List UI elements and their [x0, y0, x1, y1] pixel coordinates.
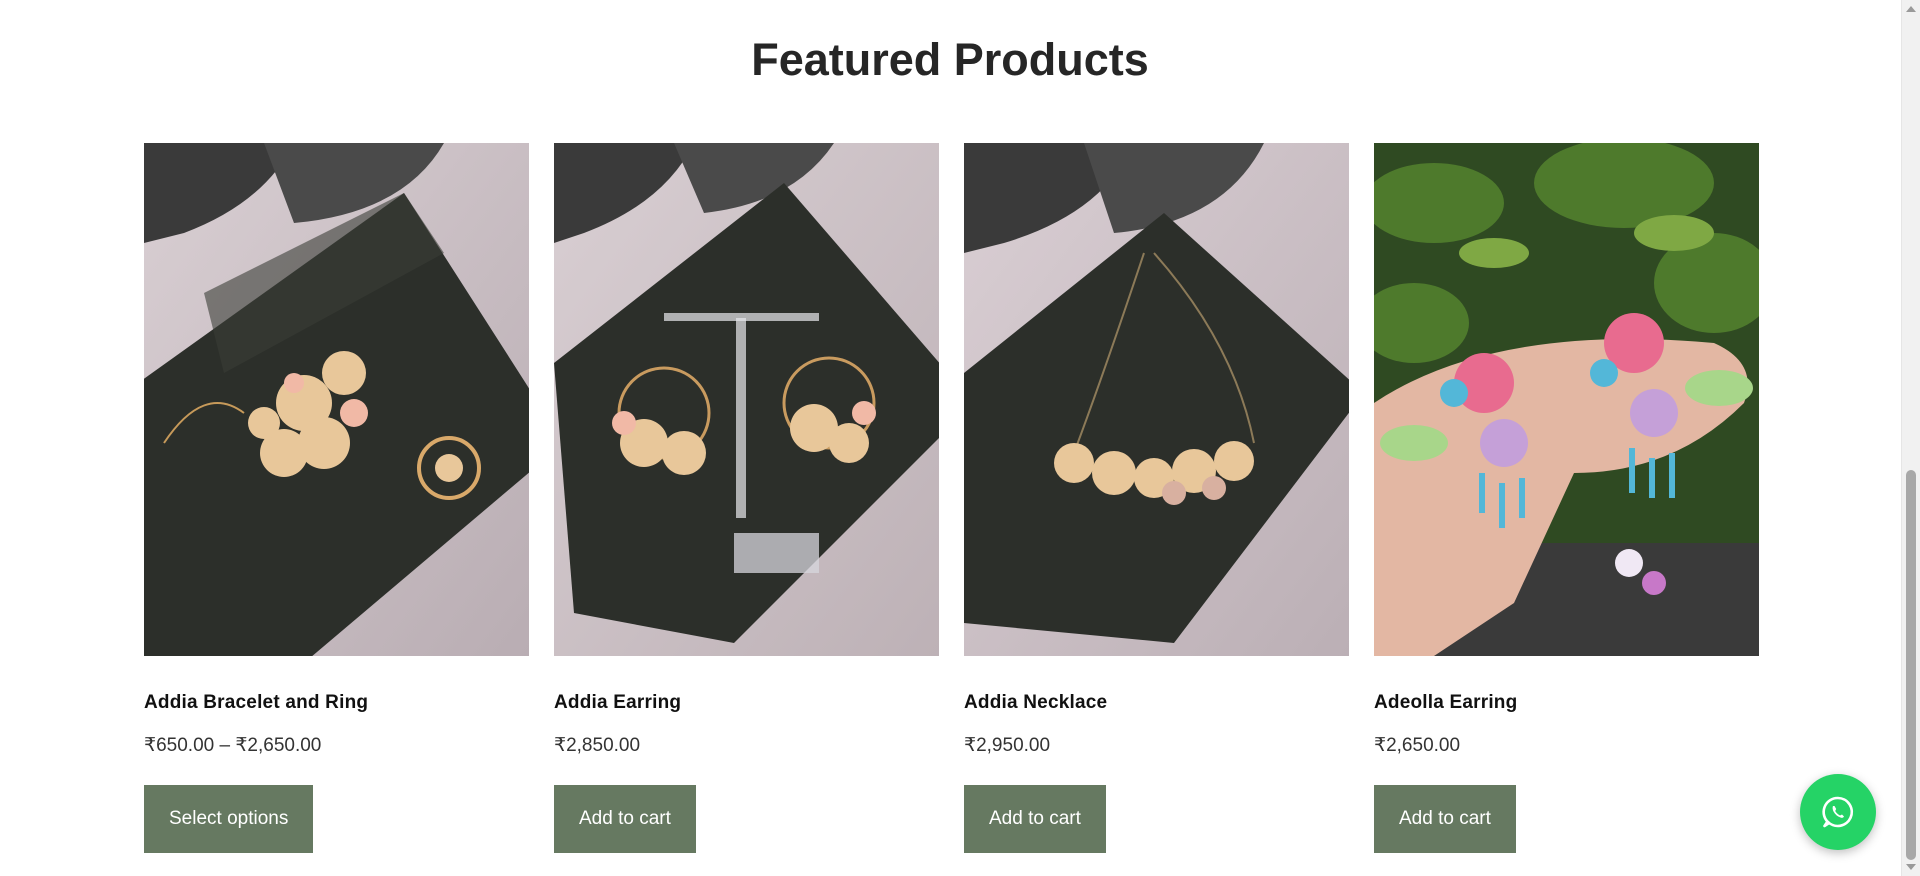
whatsapp-icon — [1822, 796, 1854, 828]
scroll-up-arrow[interactable] — [1906, 6, 1916, 12]
whatsapp-chat-button[interactable] — [1800, 774, 1876, 850]
product-card: Adeolla Earring ₹2,650.00 Add to cart — [1374, 143, 1759, 853]
add-to-cart-button[interactable]: Add to cart — [1374, 785, 1516, 853]
product-image[interactable] — [1374, 143, 1759, 656]
add-to-cart-button[interactable]: Add to cart — [964, 785, 1106, 853]
product-price: ₹2,850.00 — [554, 735, 641, 756]
scrollbar-thumb[interactable] — [1906, 470, 1916, 860]
select-options-button[interactable]: Select options — [144, 785, 314, 853]
product-price: ₹2,950.00 — [964, 735, 1051, 756]
page-scrollbar[interactable] — [1901, 0, 1920, 876]
product-image[interactable] — [554, 143, 939, 656]
scroll-down-arrow[interactable] — [1906, 864, 1916, 870]
product-card: Addia Necklace ₹2,950.00 Add to cart — [964, 143, 1349, 853]
product-grid: Addia Bracelet and Ring ₹650.00 – ₹2,650… — [144, 143, 1759, 853]
product-name[interactable]: Addia Bracelet and Ring — [144, 692, 529, 714]
product-price: ₹2,650.00 — [1374, 735, 1461, 756]
product-card: Addia Earring ₹2,850.00 Add to cart — [554, 143, 939, 853]
product-image[interactable] — [144, 143, 529, 656]
add-to-cart-button[interactable]: Add to cart — [554, 785, 696, 853]
product-name[interactable]: Addia Necklace — [964, 692, 1349, 714]
section-title: Featured Products — [751, 34, 1149, 85]
product-name[interactable]: Adeolla Earring — [1374, 692, 1759, 714]
product-name[interactable]: Addia Earring — [554, 692, 939, 714]
product-card: Addia Bracelet and Ring ₹650.00 – ₹2,650… — [144, 143, 529, 853]
page: Featured Products Addia Bracelet and Rin… — [0, 0, 1920, 876]
product-price: ₹650.00 – ₹2,650.00 — [144, 735, 322, 756]
product-image[interactable] — [964, 143, 1349, 656]
